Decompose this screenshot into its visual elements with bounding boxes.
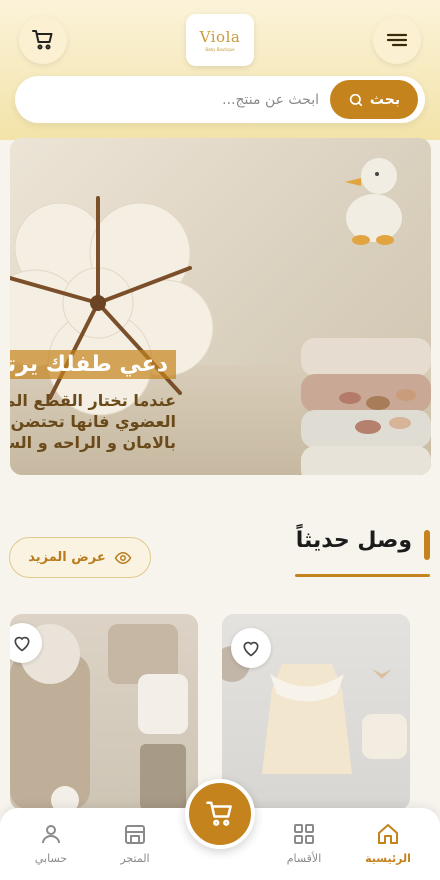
view-more-button[interactable]: عرض المزيد bbox=[9, 537, 151, 578]
cart-icon bbox=[32, 30, 53, 50]
banner-title: دعي طفلك يرتدي bbox=[10, 350, 176, 379]
cart-button[interactable] bbox=[19, 16, 67, 64]
home-icon bbox=[378, 824, 398, 844]
wooden-buttons-image bbox=[339, 389, 416, 434]
search-bar: بحث bbox=[15, 76, 425, 123]
section-accent-bar bbox=[424, 530, 430, 560]
nav-item-store[interactable]: المتجر bbox=[95, 822, 175, 865]
search-icon bbox=[349, 93, 363, 106]
hero-banner[interactable]: دعي طفلك يرتدي عندما تختار القطع المصنوع… bbox=[10, 138, 431, 475]
nav-label: حسابي bbox=[34, 852, 68, 865]
menu-button[interactable] bbox=[373, 16, 421, 64]
search-input[interactable] bbox=[119, 84, 319, 115]
hamburger-menu-icon bbox=[386, 33, 408, 47]
logo-text: Viola bbox=[199, 28, 241, 46]
banner-line: بالامان و الراحه و السلام bbox=[10, 433, 176, 452]
nav-item-categories[interactable]: الأقسام bbox=[264, 822, 344, 865]
banner-line: العضوي فانها تحتضن طفلك bbox=[10, 412, 176, 431]
search-button[interactable]: بحث bbox=[330, 80, 418, 119]
cart-icon bbox=[206, 801, 232, 826]
product-card[interactable] bbox=[222, 614, 410, 810]
logo-subtitle: Baby Boutique bbox=[205, 47, 235, 52]
nav-item-account[interactable]: حسابي bbox=[11, 822, 91, 865]
nav-label: الرئيسية bbox=[365, 852, 411, 865]
cart-fab-button[interactable] bbox=[185, 779, 255, 849]
section-title: وصل حديثاً bbox=[295, 528, 412, 553]
banner-line: عندما تختار القطع المصنوعة من القطن bbox=[10, 391, 176, 410]
eye-icon bbox=[114, 551, 132, 564]
banner-body: عندما تختار القطع المصنوعة من القطن العض… bbox=[10, 390, 176, 453]
grid-icon bbox=[294, 824, 314, 844]
heart-icon bbox=[243, 641, 259, 657]
nav-label: المتجر bbox=[120, 852, 150, 865]
product-card[interactable] bbox=[10, 614, 198, 810]
nav-item-home[interactable]: الرئيسية bbox=[348, 822, 428, 865]
crochet-duck-toy-image bbox=[345, 158, 402, 245]
store-icon bbox=[125, 825, 145, 844]
nav-label: الأقسام bbox=[286, 852, 322, 865]
user-icon bbox=[42, 825, 60, 844]
brand-logo[interactable]: Viola Baby Boutique bbox=[186, 14, 254, 66]
view-more-label: عرض المزيد bbox=[28, 550, 106, 565]
search-button-label: بحث bbox=[369, 91, 401, 108]
app-header: Viola Baby Boutique بحث bbox=[0, 0, 440, 140]
section-underline bbox=[295, 574, 430, 577]
heart-icon bbox=[14, 636, 30, 652]
favorite-button[interactable] bbox=[231, 628, 271, 668]
